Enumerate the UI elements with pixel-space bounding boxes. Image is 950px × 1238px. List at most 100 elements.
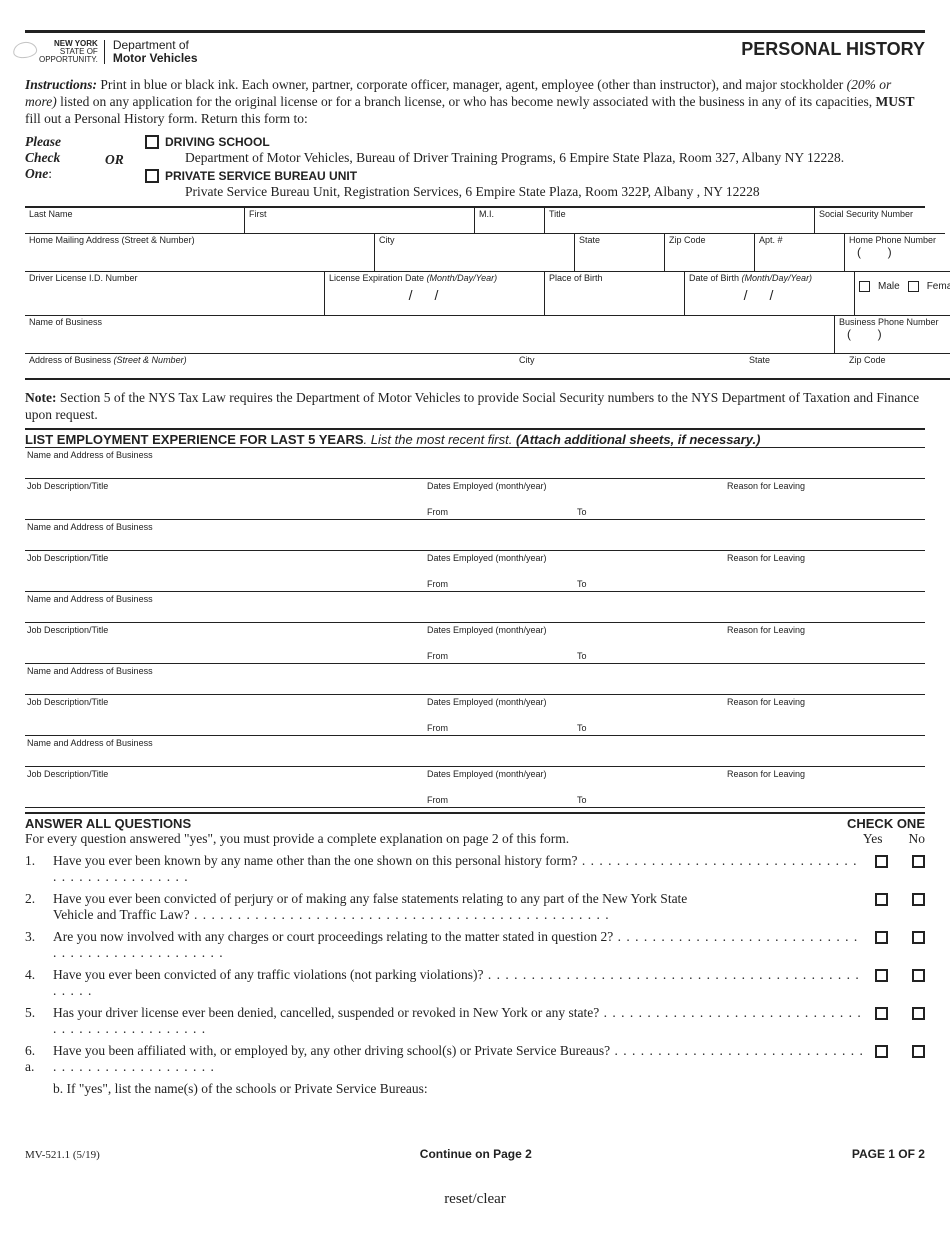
department-name: Department of Motor Vehicles	[113, 39, 198, 65]
mi-field[interactable]: M.I.	[475, 208, 545, 234]
q4-no[interactable]	[912, 969, 925, 982]
emp-from[interactable]: From	[425, 493, 575, 519]
q6-no[interactable]	[912, 1045, 925, 1058]
q5-no[interactable]	[912, 1007, 925, 1020]
emp-to[interactable]: To	[575, 637, 725, 663]
business-name-field[interactable]: Name of Business	[25, 316, 835, 354]
emp-job-title[interactable]: Job Description/Title	[25, 623, 425, 637]
business-zip-field[interactable]: Zip Code	[845, 354, 950, 380]
header: NEW YORK STATE OF OPPORTUNITY. Departmen…	[25, 39, 925, 65]
employment-entry-5: Name and Address of BusinessJob Descript…	[25, 736, 925, 808]
emp-business-name[interactable]: Name and Address of Business	[25, 736, 925, 767]
emp-reason[interactable]: Reason for Leaving	[725, 551, 950, 565]
question-2: 2. Have you ever been convicted of perju…	[25, 891, 925, 923]
title-field[interactable]: Title	[545, 208, 815, 234]
emp-job-title[interactable]: Job Description/Title	[25, 767, 425, 781]
female-checkbox[interactable]	[908, 281, 919, 292]
home-address-field[interactable]: Home Mailing Address (Street & Number)	[25, 234, 375, 272]
male-checkbox[interactable]	[859, 281, 870, 292]
question-4: 4. Have you ever been convicted of any t…	[25, 967, 925, 999]
emp-to[interactable]: To	[575, 709, 725, 735]
psb-checkbox[interactable]	[145, 169, 159, 183]
business-state-field[interactable]: State	[745, 354, 845, 380]
employment-entry-1: Name and Address of BusinessJob Descript…	[25, 447, 925, 520]
q2-yes[interactable]	[875, 893, 888, 906]
employment-entry-4: Name and Address of BusinessJob Descript…	[25, 664, 925, 736]
employment-entry-3: Name and Address of BusinessJob Descript…	[25, 592, 925, 664]
apt-field[interactable]: Apt. #	[755, 234, 845, 272]
continue-label: Continue on Page 2	[420, 1147, 532, 1161]
page-number: PAGE 1 OF 2	[852, 1147, 925, 1161]
business-phone-field[interactable]: Business Phone Number( )	[835, 316, 950, 354]
last-name-field[interactable]: Last Name	[25, 208, 245, 234]
psb-address: Private Service Bureau Unit, Registratio…	[185, 184, 760, 200]
question-3: 3. Are you now involved with any charges…	[25, 929, 925, 961]
emp-dates: Dates Employed (month/year)	[425, 767, 575, 781]
emp-reason[interactable]: Reason for Leaving	[725, 479, 950, 493]
emp-job-title[interactable]: Job Description/Title	[25, 551, 425, 565]
driving-school-address: Department of Motor Vehicles, Bureau of …	[185, 150, 844, 166]
psb-label: PRIVATE SERVICE BUREAU UNIT	[165, 169, 357, 183]
emp-dates: Dates Employed (month/year)	[425, 479, 575, 493]
q1-yes[interactable]	[875, 855, 888, 868]
home-phone-field[interactable]: Home Phone Number( )	[845, 234, 950, 272]
emp-business-name[interactable]: Name and Address of Business	[25, 448, 925, 479]
ssn-field[interactable]: Social Security Number	[815, 208, 945, 234]
question-6a: 6. a. Have you been affiliated with, or …	[25, 1043, 925, 1075]
q6-yes[interactable]	[875, 1045, 888, 1058]
gender-field: Male Female	[855, 272, 950, 316]
ny-state-logo: NEW YORK STATE OF OPPORTUNITY.	[25, 40, 105, 64]
instructions: Instructions: Print in blue or black ink…	[25, 77, 925, 128]
emp-from[interactable]: From	[425, 565, 575, 591]
driving-school-label: DRIVING SCHOOL	[165, 135, 270, 149]
city-field[interactable]: City	[375, 234, 575, 272]
emp-reason[interactable]: Reason for Leaving	[725, 767, 950, 781]
q5-yes[interactable]	[875, 1007, 888, 1020]
dob-field[interactable]: Date of Birth (Month/Day/Year)//	[685, 272, 855, 316]
emp-business-name[interactable]: Name and Address of Business	[25, 520, 925, 551]
emp-to[interactable]: To	[575, 565, 725, 591]
question-1: 1. Have you ever been known by any name …	[25, 853, 925, 885]
question-5: 5. Has your driver license ever been den…	[25, 1005, 925, 1037]
questions-header: ANSWER ALL QUESTIONS For every question …	[25, 812, 925, 847]
driving-school-checkbox[interactable]	[145, 135, 159, 149]
q1-no[interactable]	[912, 855, 925, 868]
dl-number-field[interactable]: Driver License I.D. Number	[25, 272, 325, 316]
place-of-birth-field[interactable]: Place of Birth	[545, 272, 685, 316]
state-field[interactable]: State	[575, 234, 665, 272]
emp-reason[interactable]: Reason for Leaving	[725, 695, 950, 709]
emp-reason[interactable]: Reason for Leaving	[725, 623, 950, 637]
emp-from[interactable]: From	[425, 781, 575, 807]
emp-job-title[interactable]: Job Description/Title	[25, 695, 425, 709]
q3-no[interactable]	[912, 931, 925, 944]
emp-to[interactable]: To	[575, 493, 725, 519]
reset-clear-button[interactable]: reset/clear	[25, 1191, 925, 1208]
emp-job-title[interactable]: Job Description/Title	[25, 479, 425, 493]
emp-from[interactable]: From	[425, 637, 575, 663]
form-title: PERSONAL HISTORY	[741, 39, 925, 60]
emp-dates: Dates Employed (month/year)	[425, 623, 575, 637]
license-exp-field[interactable]: License Expiration Date (Month/Day/Year)…	[325, 272, 545, 316]
return-to-block: PleaseCheckOne: OR DRIVING SCHOOL Depart…	[25, 134, 925, 202]
agency-logo: NEW YORK STATE OF OPPORTUNITY. Departmen…	[25, 39, 198, 65]
emp-business-name[interactable]: Name and Address of Business	[25, 664, 925, 695]
emp-business-name[interactable]: Name and Address of Business	[25, 592, 925, 623]
name-row: Last Name First M.I. Title Social Securi…	[25, 208, 925, 234]
q4-yes[interactable]	[875, 969, 888, 982]
q3-yes[interactable]	[875, 931, 888, 944]
employment-entry-2: Name and Address of BusinessJob Descript…	[25, 520, 925, 592]
emp-dates: Dates Employed (month/year)	[425, 551, 575, 565]
zip-field[interactable]: Zip Code	[665, 234, 755, 272]
emp-dates: Dates Employed (month/year)	[425, 695, 575, 709]
form-number: MV-521.1 (5/19)	[25, 1149, 100, 1161]
emp-from[interactable]: From	[425, 709, 575, 735]
question-6b: b. If "yes", list the name(s) of the sch…	[25, 1081, 925, 1097]
business-city-field[interactable]: City	[515, 354, 745, 380]
page-footer: MV-521.1 (5/19) Continue on Page 2 PAGE …	[25, 1147, 925, 1161]
business-address-field[interactable]: Address of Business (Street & Number)	[25, 354, 515, 380]
employment-section-title: LIST EMPLOYMENT EXPERIENCE FOR LAST 5 YE…	[25, 428, 925, 447]
emp-to[interactable]: To	[575, 781, 725, 807]
q2-no[interactable]	[912, 893, 925, 906]
first-name-field[interactable]: First	[245, 208, 475, 234]
tax-law-note: Note: Section 5 of the NYS Tax Law requi…	[25, 390, 925, 424]
